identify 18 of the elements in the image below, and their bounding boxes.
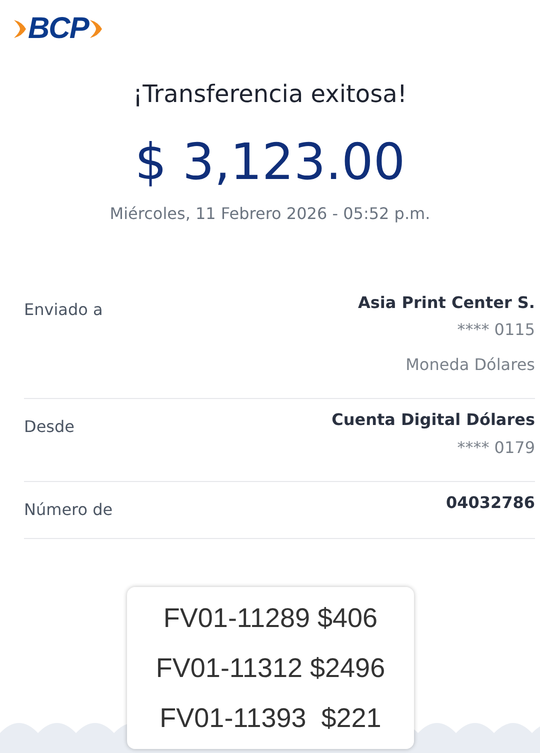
row-value: Asia Print Center S. [358, 292, 535, 314]
row-detail: **** 0179 [457, 436, 535, 459]
row-label: Número de [24, 499, 113, 522]
row-detail: **** 0115 [457, 319, 535, 342]
row-label: Desde [24, 416, 74, 438]
chevron-icon [12, 18, 28, 40]
row-detail: Moneda Dólares [406, 354, 535, 376]
amount: $ 3,123.00 [134, 134, 406, 190]
title: ¡Transferencia exitosa! [132, 80, 408, 109]
note-line: FV01-11393 $221 [158, 702, 382, 735]
chevron-icon [88, 18, 104, 40]
logo-text: BCP [28, 14, 88, 44]
date-time: Miércoles, 11 Febrero 2026 - 05:52 p.m. [108, 202, 432, 225]
row-label: Enviado a [24, 298, 103, 321]
row-value: 04032786 [446, 492, 535, 514]
note-line: FV01-11289 $406 [162, 602, 379, 635]
row-value: Cuenta Digital Dólares [332, 409, 535, 431]
note-line: FV01-11312 $2496 [154, 652, 386, 685]
